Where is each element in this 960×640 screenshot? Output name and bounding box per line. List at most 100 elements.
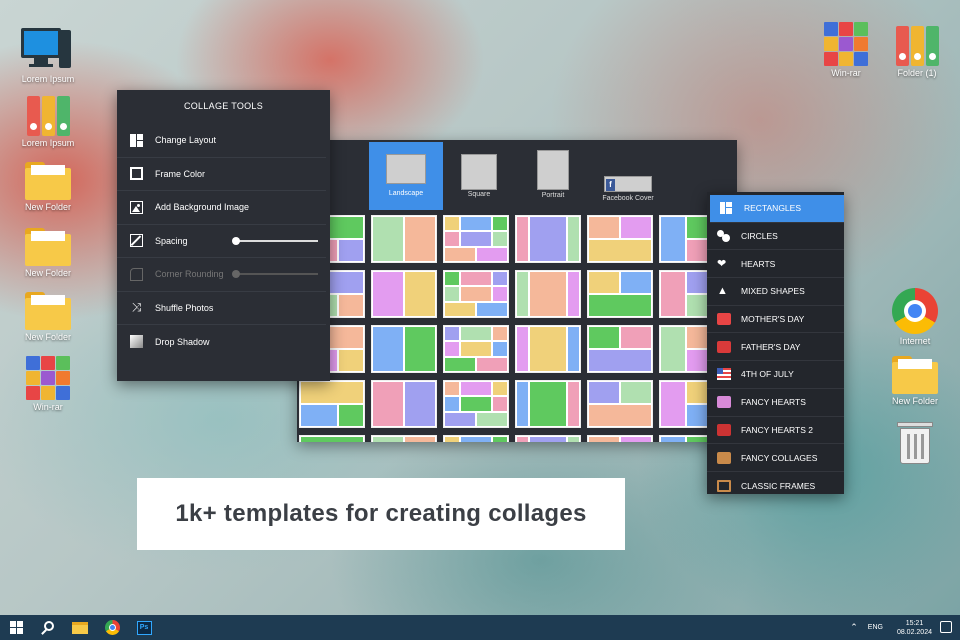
add-background-image-button[interactable]: Add Background Image: [117, 191, 326, 225]
template-thumbnail[interactable]: [443, 380, 509, 428]
language-indicator[interactable]: ENG: [868, 624, 883, 631]
template-thumbnail[interactable]: [587, 325, 653, 373]
template-thumbnail[interactable]: [299, 380, 365, 428]
category-rectangles[interactable]: RECTANGLES: [710, 195, 844, 223]
search-icon: [41, 620, 55, 635]
category-4th-of-july[interactable]: 4TH OF JULY: [707, 361, 844, 389]
chrome-taskbar-button[interactable]: [96, 615, 128, 640]
template-tile: [492, 341, 508, 357]
shuffle-photos-button[interactable]: ⤨ Shuffle Photos: [117, 292, 326, 325]
change-layout-button[interactable]: Change Layout: [117, 124, 326, 158]
template-thumbnail[interactable]: [371, 215, 437, 263]
template-tile: [492, 286, 508, 302]
desktop-icon-recycle-bin[interactable]: [879, 422, 951, 464]
template-thumbnail[interactable]: [371, 325, 437, 373]
desktop-icon-folder[interactable]: New Folder: [12, 292, 84, 342]
template-thumbnail[interactable]: [371, 435, 437, 442]
desktop-icon-binders[interactable]: Lorem Ipsum: [12, 96, 84, 148]
category-circles[interactable]: CIRCLES: [707, 223, 844, 251]
desktop-icon-folder[interactable]: New Folder: [12, 162, 84, 212]
category-fancy-hearts-2[interactable]: FANCY HEARTS 2: [707, 417, 844, 445]
template-thumbnail[interactable]: [371, 270, 437, 318]
tool-label: Shuffle Photos: [155, 302, 214, 313]
template-thumbnail[interactable]: [443, 435, 509, 442]
template-tile: [444, 271, 460, 287]
desktop-icon-label: Win-rar: [831, 68, 861, 78]
template-tile: [444, 326, 460, 342]
slider-handle: [232, 270, 240, 279]
clock[interactable]: 15:21 08.02.2024: [897, 619, 932, 637]
template-tile: [567, 271, 580, 317]
category-fancy-hearts[interactable]: FANCY HEARTS: [707, 389, 844, 417]
template-tile: [516, 271, 529, 317]
drop-shadow-button[interactable]: Drop Shadow: [117, 325, 326, 359]
template-tile: [588, 271, 620, 294]
search-button[interactable]: [32, 615, 64, 640]
template-thumbnail[interactable]: [587, 380, 653, 428]
frame-color-button[interactable]: Frame Color: [117, 158, 326, 191]
template-thumbnail[interactable]: [515, 325, 581, 373]
system-tray: ⌃ ENG 15:21 08.02.2024: [850, 615, 960, 640]
template-thumbnail[interactable]: [515, 270, 581, 318]
template-thumbnail[interactable]: [299, 435, 365, 442]
file-explorer-button[interactable]: [64, 615, 96, 640]
template-tile: [404, 326, 436, 372]
format-portrait[interactable]: Portrait: [516, 142, 590, 210]
template-tile: [460, 286, 492, 302]
spacing-slider[interactable]: [232, 236, 318, 245]
template-thumbnail[interactable]: [515, 215, 581, 263]
chevron-up-icon[interactable]: ⌃: [850, 622, 858, 633]
format-landscape[interactable]: Landscape: [369, 142, 443, 210]
template-tile: [588, 404, 652, 427]
slider-handle[interactable]: [232, 236, 240, 245]
template-tile: [460, 436, 492, 442]
desktop-icon-label: Folder (1): [897, 68, 937, 78]
category-hearts[interactable]: ❤ HEARTS: [707, 250, 844, 279]
start-button[interactable]: [0, 615, 32, 640]
format-label: Square: [467, 191, 491, 198]
photoshop-button[interactable]: Ps: [128, 615, 160, 640]
category-fathers-day[interactable]: FATHER'S DAY: [707, 333, 844, 362]
desktop-icon-internet[interactable]: Internet: [879, 288, 951, 346]
template-thumbnail[interactable]: [443, 325, 509, 373]
fancy-hearts-2-icon: [717, 423, 731, 436]
format-facebook-cover[interactable]: f Facebook Cover: [590, 142, 666, 210]
template-thumbnail[interactable]: [515, 435, 581, 442]
desktop-icon-winrar[interactable]: Win-rar: [810, 22, 882, 78]
template-thumbnail[interactable]: [371, 380, 437, 428]
category-mixed-shapes[interactable]: ▲ MIXED SHAPES: [707, 278, 844, 306]
template-thumbnail[interactable]: [587, 215, 653, 263]
desktop-icon-folder[interactable]: New Folder: [12, 228, 84, 278]
template-tile: [660, 216, 686, 262]
template-tile: [588, 326, 620, 349]
template-thumbnail[interactable]: [443, 215, 509, 263]
template-tile: [300, 404, 339, 427]
time: 15:21: [905, 619, 924, 627]
category-mothers-day[interactable]: MOTHER'S DAY: [707, 306, 844, 334]
template-thumbnail[interactable]: [515, 380, 581, 428]
format-square[interactable]: Square: [442, 142, 516, 210]
folder-icon: [25, 228, 71, 266]
desktop-icon-winrar[interactable]: Win-rar: [12, 356, 84, 412]
format-label: Landscape: [388, 190, 424, 197]
category-fancy-collages[interactable]: FANCY COLLAGES: [707, 444, 844, 472]
notifications-icon[interactable]: [940, 621, 952, 633]
template-tile: [528, 271, 568, 317]
desktop-icon-binders[interactable]: Folder (1): [881, 26, 953, 78]
desktop-icon-folder[interactable]: New Folder: [879, 356, 951, 406]
binders-icon: [894, 26, 940, 66]
fathers-day-icon: [717, 340, 731, 353]
start-icon: [9, 621, 23, 634]
template-thumbnail[interactable]: [587, 270, 653, 318]
template-browser: Landscape Square Portrait f Facebook Cov…: [297, 140, 737, 442]
category-label: MIXED SHAPES: [741, 286, 805, 297]
desktop-icon-computer[interactable]: Lorem Ipsum: [12, 26, 84, 84]
category-classic-frames[interactable]: CLASSIC FRAMES: [707, 472, 844, 500]
template-tile: [620, 436, 652, 442]
template-tile: [372, 381, 404, 427]
template-tile: [338, 404, 364, 427]
template-thumbnail[interactable]: [443, 270, 509, 318]
template-thumbnail[interactable]: [587, 435, 653, 442]
tool-label: Corner Rounding: [155, 269, 224, 280]
tool-label: Add Background Image: [155, 202, 250, 213]
